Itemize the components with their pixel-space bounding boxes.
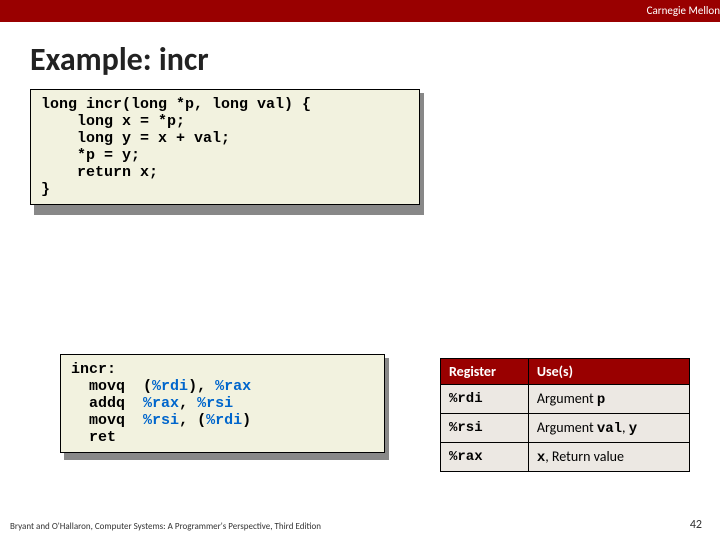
table-row: %rsi Argument val, y	[441, 414, 690, 443]
table-row: %rax x, Return value	[441, 443, 690, 472]
topbar: Carnegie Mellon	[0, 0, 720, 22]
page-title: Example: incr	[0, 22, 720, 89]
table-row: %rdi Argument p	[441, 385, 690, 414]
asm-code: incr: movq (%rdi), %rax addq %rax, %rsi …	[60, 354, 385, 453]
col-uses: Use(s)	[528, 359, 689, 385]
page-number: 42	[690, 518, 702, 532]
footer-citation: Bryant and O'Hallaron, Computer Systems:…	[10, 521, 321, 532]
c-code-box: long incr(long *p, long val) { long x = …	[30, 89, 420, 205]
col-register: Register	[441, 359, 529, 385]
table-header-row: Register Use(s)	[441, 359, 690, 385]
c-code: long incr(long *p, long val) { long x = …	[30, 89, 420, 205]
asm-code-box: incr: movq (%rdi), %rax addq %rax, %rsi …	[60, 354, 385, 453]
register-table: Register Use(s) %rdi Argument p %rsi Arg…	[440, 358, 690, 472]
